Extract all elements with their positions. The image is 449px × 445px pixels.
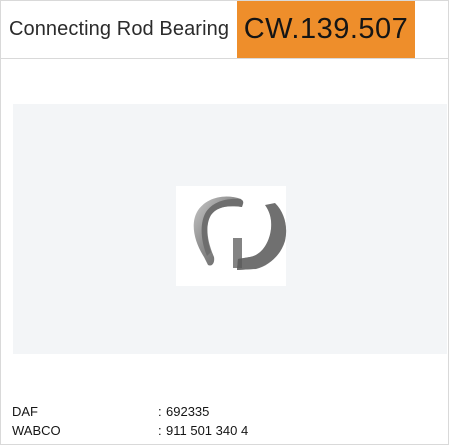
cross-reference-list: DAF : 692335 WABCO : 911 501 340 4 [12,402,432,440]
cross-reference-value: 692335 [166,404,210,419]
cross-reference-value: 911 501 340 4 [166,423,249,438]
cross-reference-separator: : [158,404,162,419]
cross-reference-brand: DAF [12,404,38,419]
bearing-inner-shadow [233,238,242,268]
cross-reference-row-wabco: WABCO : 911 501 340 4 [12,421,432,440]
cross-reference-brand: WABCO [12,423,61,438]
connecting-rod-bearing-icon [13,104,447,354]
product-image-panel [13,104,447,354]
product-code-badge: CW.139.507 [237,1,415,58]
product-card: Connecting Rod Bearing CW.139.507 DAF: … [0,0,449,445]
product-header: Connecting Rod Bearing CW.139.507 [1,1,449,59]
cross-reference-separator: : [158,423,162,438]
product-title: Connecting Rod Bearing [8,18,230,40]
cross-reference-row-daf: DAF : 692335 [12,402,432,421]
